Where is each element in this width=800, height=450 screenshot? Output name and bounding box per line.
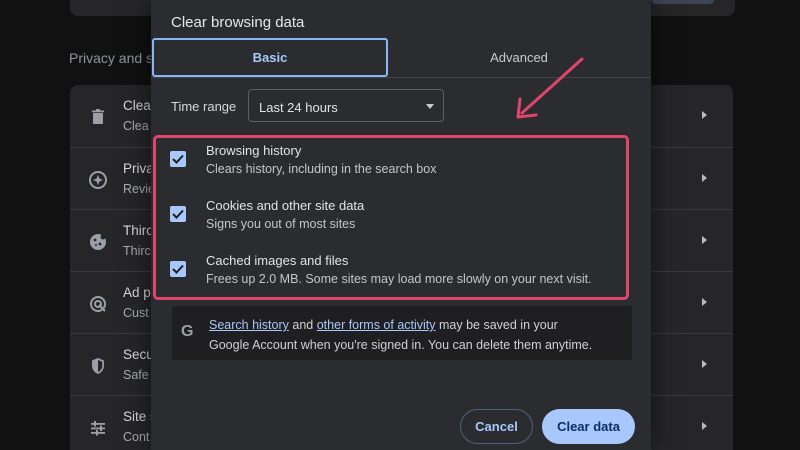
chevron-right-icon bbox=[702, 422, 707, 430]
trash-icon bbox=[88, 107, 108, 127]
notice-rest-1: may be saved in your bbox=[439, 318, 558, 332]
ad-icon bbox=[88, 294, 108, 314]
option-description: Frees up 2.0 MB. Some sites may load mor… bbox=[206, 272, 592, 286]
row-title: Clea bbox=[123, 98, 151, 113]
cookie-icon bbox=[88, 232, 108, 252]
time-range-value: Last 24 hours bbox=[259, 100, 338, 115]
notice-and: and bbox=[292, 318, 314, 332]
checkmark-icon bbox=[172, 264, 184, 274]
row-subtitle: Cust bbox=[123, 306, 149, 320]
annotation-arrow-icon bbox=[516, 57, 584, 119]
sliders-icon bbox=[88, 418, 108, 438]
shield-icon bbox=[88, 356, 108, 376]
cookies-checkbox[interactable] bbox=[170, 206, 186, 222]
chevron-right-icon bbox=[702, 298, 707, 306]
chevron-right-icon bbox=[702, 236, 707, 244]
caret-down-icon bbox=[426, 104, 434, 109]
other-activity-link[interactable]: other forms of activity bbox=[317, 318, 436, 332]
row-title: Ad p bbox=[123, 285, 151, 300]
notice-rest-2: Google Account when you're signed in. Yo… bbox=[209, 338, 593, 352]
dialog-title: Clear browsing data bbox=[171, 14, 305, 31]
notice-text: Search history and other forms of activi… bbox=[209, 315, 629, 355]
time-range-label: Time range bbox=[171, 99, 237, 114]
google-icon: G bbox=[181, 323, 194, 340]
checkmark-icon bbox=[172, 154, 184, 164]
clear-data-button[interactable]: Clear data bbox=[542, 409, 635, 444]
search-history-link[interactable]: Search history bbox=[209, 318, 289, 332]
option-label: Browsing history bbox=[206, 143, 302, 158]
option-description: Signs you out of most sites bbox=[206, 217, 356, 231]
time-range-select[interactable]: Last 24 hours bbox=[248, 89, 444, 122]
chevron-right-icon bbox=[702, 360, 707, 368]
cached-images-checkbox[interactable] bbox=[170, 261, 186, 277]
settings-top-button[interactable] bbox=[652, 0, 714, 4]
option-cached-images[interactable]: Cached images and files Frees up 2.0 MB.… bbox=[170, 253, 630, 293]
chevron-right-icon bbox=[702, 111, 707, 119]
row-subtitle: Safe bbox=[123, 368, 149, 382]
google-account-notice: G Search history and other forms of acti… bbox=[172, 306, 632, 360]
row-subtitle: Clea bbox=[123, 119, 149, 133]
tab-basic[interactable]: Basic bbox=[152, 38, 388, 77]
option-description: Clears history, including in the search … bbox=[206, 162, 437, 176]
option-label: Cookies and other site data bbox=[206, 198, 365, 213]
option-browsing-history[interactable]: Browsing history Clears history, includi… bbox=[170, 143, 630, 183]
row-title: Thirc bbox=[123, 223, 153, 238]
option-cookies[interactable]: Cookies and other site data Signs you ou… bbox=[170, 198, 630, 238]
row-subtitle: Thirc bbox=[123, 244, 151, 258]
row-title: Priva bbox=[123, 161, 154, 176]
row-subtitle: Cont bbox=[123, 430, 150, 444]
cancel-button[interactable]: Cancel bbox=[460, 409, 533, 444]
screen: Privacy and s Clea Clea Priva Revie Thir… bbox=[0, 0, 800, 450]
checkmark-icon bbox=[172, 209, 184, 219]
section-title: Privacy and s bbox=[69, 50, 154, 66]
browsing-history-checkbox[interactable] bbox=[170, 151, 186, 167]
compass-icon bbox=[88, 170, 108, 190]
chevron-right-icon bbox=[702, 174, 707, 182]
row-title: Secu bbox=[123, 347, 154, 362]
option-label: Cached images and files bbox=[206, 253, 349, 268]
